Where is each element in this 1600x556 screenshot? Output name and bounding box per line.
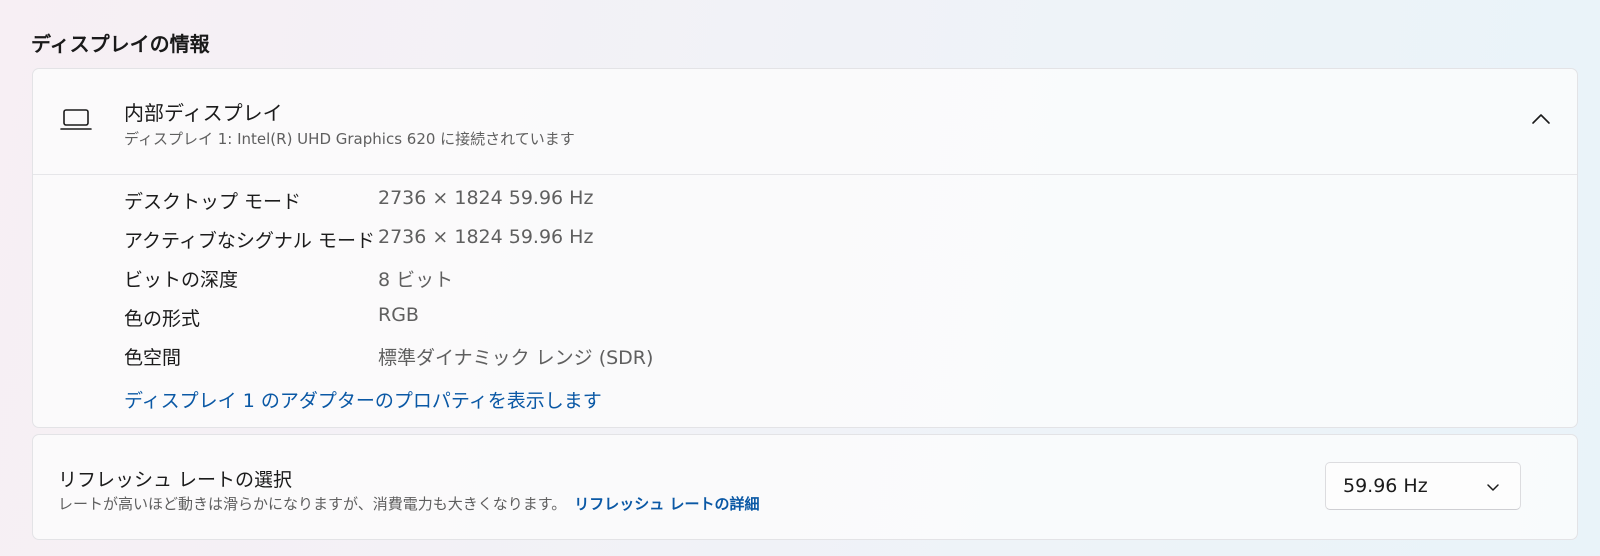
info-value: 標準ダイナミック レンジ (SDR) bbox=[378, 347, 654, 369]
display-subtitle: ディスプレイ 1: Intel(R) UHD Graphics 620 に接続さ… bbox=[124, 130, 575, 148]
info-label: 色空間 bbox=[124, 347, 182, 369]
refresh-rate-description-text: レートが高いほど動きは滑らかになりますが、消費電力も大きくなります。 bbox=[58, 495, 567, 513]
info-value: 2736 × 1824 59.96 Hz bbox=[378, 187, 594, 209]
info-label: 色の形式 bbox=[124, 308, 201, 330]
refresh-rate-dropdown[interactable]: 59.96 Hz bbox=[1325, 462, 1521, 510]
info-label: ビットの深度 bbox=[124, 269, 239, 291]
refresh-rate-description: レートが高いほど動きは滑らかになりますが、消費電力も大きくなります。 リフレッシュ… bbox=[58, 493, 759, 514]
info-label: アクティブなシグナル モード bbox=[124, 230, 375, 252]
info-value: RGB bbox=[378, 304, 419, 326]
refresh-rate-details-link[interactable]: リフレッシュ レートの詳細 bbox=[574, 495, 759, 513]
display-card: 内部ディスプレイ ディスプレイ 1: Intel(R) UHD Graphics… bbox=[32, 68, 1578, 428]
info-value: 2736 × 1824 59.96 Hz bbox=[378, 226, 594, 248]
display-header[interactable]: 内部ディスプレイ ディスプレイ 1: Intel(R) UHD Graphics… bbox=[33, 69, 1577, 175]
laptop-icon bbox=[60, 109, 92, 130]
display-title: 内部ディスプレイ bbox=[124, 101, 283, 125]
refresh-rate-selected-value: 59.96 Hz bbox=[1343, 475, 1428, 497]
section-title: ディスプレイの情報 bbox=[31, 32, 210, 56]
refresh-rate-card: リフレッシュ レートの選択 レートが高いほど動きは滑らかになりますが、消費電力も… bbox=[32, 434, 1578, 540]
chevron-up-icon[interactable] bbox=[1531, 112, 1551, 126]
info-label: デスクトップ モード bbox=[124, 191, 302, 213]
chevron-down-icon bbox=[1487, 484, 1499, 491]
info-value: 8 ビット bbox=[378, 269, 454, 291]
refresh-rate-title: リフレッシュ レートの選択 bbox=[58, 469, 293, 491]
adapter-properties-link[interactable]: ディスプレイ 1 のアダプターのプロパティを表示します bbox=[124, 386, 602, 413]
